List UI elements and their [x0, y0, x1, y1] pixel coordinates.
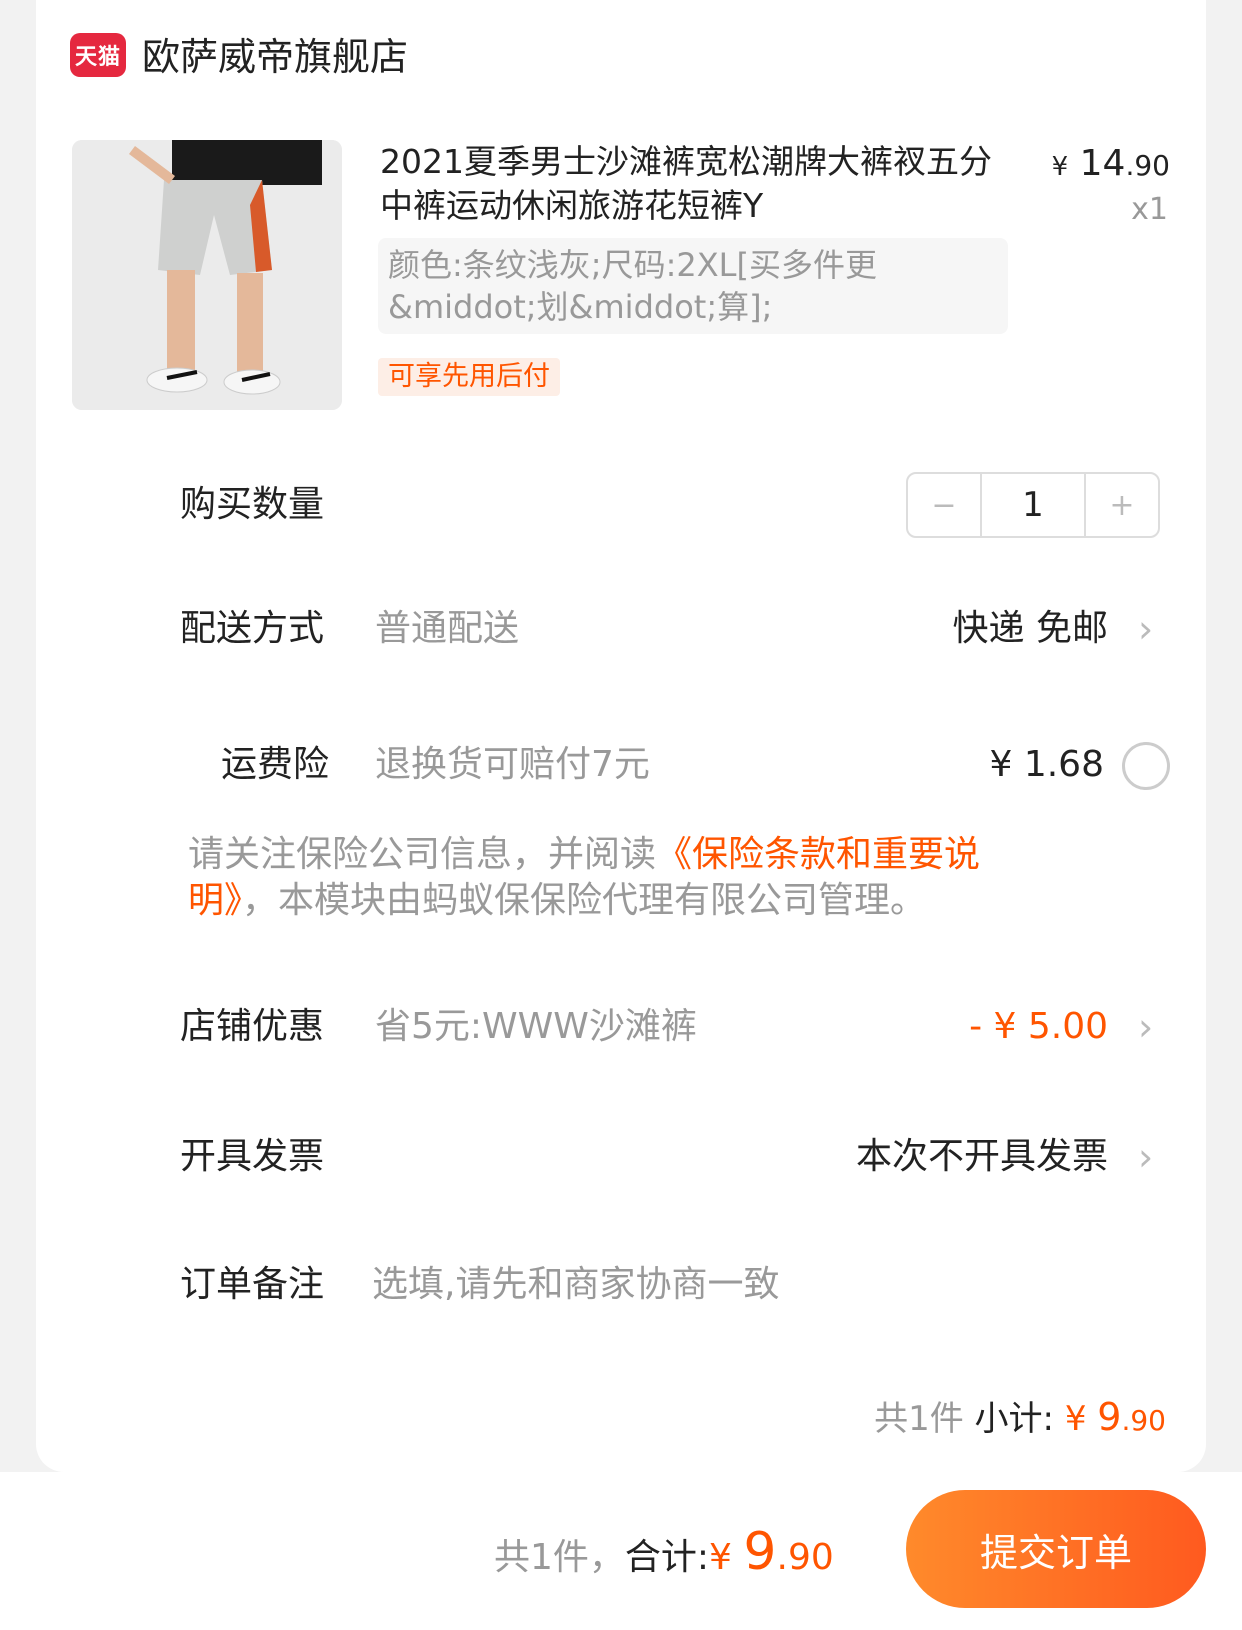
quantity-value[interactable]: 1: [980, 474, 1086, 536]
insurance-desc: 退换货可赔付7元: [375, 744, 650, 785]
total-count: 共1件，: [494, 1537, 625, 1578]
quantity-stepper: − 1 +: [906, 472, 1160, 538]
shop-discount-desc: 省5元:WWW沙滩裤: [375, 1006, 697, 1047]
chevron-right-icon[interactable]: ›: [1138, 606, 1153, 652]
price-decimal: .90: [1125, 149, 1170, 182]
total-integer: 9: [743, 1522, 777, 1582]
delivery-value[interactable]: 快递 免邮: [953, 606, 1108, 652]
subtotal-price: ¥ 9.90: [1064, 1395, 1166, 1439]
price-integer: 14: [1079, 143, 1126, 184]
insurance-notice: 请关注保险公司信息，并阅读《保险条款和重要说明》，本模块由蚂蚁保保险代理有限公司…: [188, 832, 1068, 924]
remark-label: 订单备注: [180, 1264, 325, 1305]
submit-order-button[interactable]: 提交订单: [906, 1490, 1206, 1608]
insurance-label: 运费险: [221, 744, 330, 785]
product-sku: 颜色:条纹浅灰;尺码:2XL[买多件更&middot;划&middot;算];: [378, 238, 1008, 334]
notice-text-tail: ，本模块由蚂蚁保保险代理有限公司管理。: [242, 880, 927, 921]
total-price: ¥ 9.90: [709, 1524, 834, 1580]
total-decimal: .90: [776, 1537, 834, 1578]
shop-discount-label: 店铺优惠: [180, 1006, 325, 1047]
product-image[interactable]: [72, 140, 342, 410]
delivery-method: 普通配送: [375, 608, 520, 649]
chevron-right-icon[interactable]: ›: [1138, 1004, 1153, 1050]
product-price: ¥ 14.90: [1052, 142, 1170, 189]
subtotal-decimal: .90: [1121, 1404, 1166, 1437]
shorts-photo-icon: [72, 140, 342, 410]
total-summary: 共1件，合计:¥ 9.90: [494, 1524, 834, 1586]
subtotal-integer: 9: [1097, 1395, 1122, 1439]
invoice-value[interactable]: 本次不开具发票: [856, 1134, 1108, 1180]
shop-name[interactable]: 欧萨威帝旗舰店: [142, 33, 408, 81]
chevron-right-icon[interactable]: ›: [1138, 1134, 1153, 1180]
total-label: 合计:: [624, 1537, 710, 1578]
remark-input[interactable]: 选填,请先和商家协商一致: [372, 1262, 779, 1308]
product-quantity: x1: [1131, 192, 1168, 227]
decrement-button[interactable]: −: [908, 474, 980, 536]
price-currency: ¥: [1051, 152, 1069, 182]
tmall-logo: 天猫: [70, 33, 126, 77]
subtotal-count: 共1件: [874, 1399, 964, 1439]
total-currency: ¥: [709, 1537, 744, 1578]
quantity-label: 购买数量: [180, 484, 325, 525]
subtotal: 共1件 小计: ¥ 9.90: [874, 1394, 1166, 1444]
increment-button[interactable]: +: [1086, 474, 1158, 536]
insurance-price: ¥ 1.68: [989, 744, 1104, 785]
delivery-label: 配送方式: [180, 608, 325, 649]
subtotal-currency: ¥: [1064, 1399, 1098, 1439]
pay-later-tag: 可享先用后付: [378, 358, 560, 396]
invoice-label: 开具发票: [180, 1136, 325, 1177]
shop-discount-value[interactable]: - ¥ 5.00: [969, 1004, 1108, 1050]
product-title[interactable]: 2021夏季男士沙滩裤宽松潮牌大裤衩五分中裤运动休闲旅游花短裤Y: [380, 140, 1000, 228]
radio-unchecked-icon[interactable]: [1122, 742, 1170, 790]
subtotal-label: 小计:: [974, 1399, 1055, 1439]
notice-text: 请关注保险公司信息，并阅读: [188, 834, 657, 875]
